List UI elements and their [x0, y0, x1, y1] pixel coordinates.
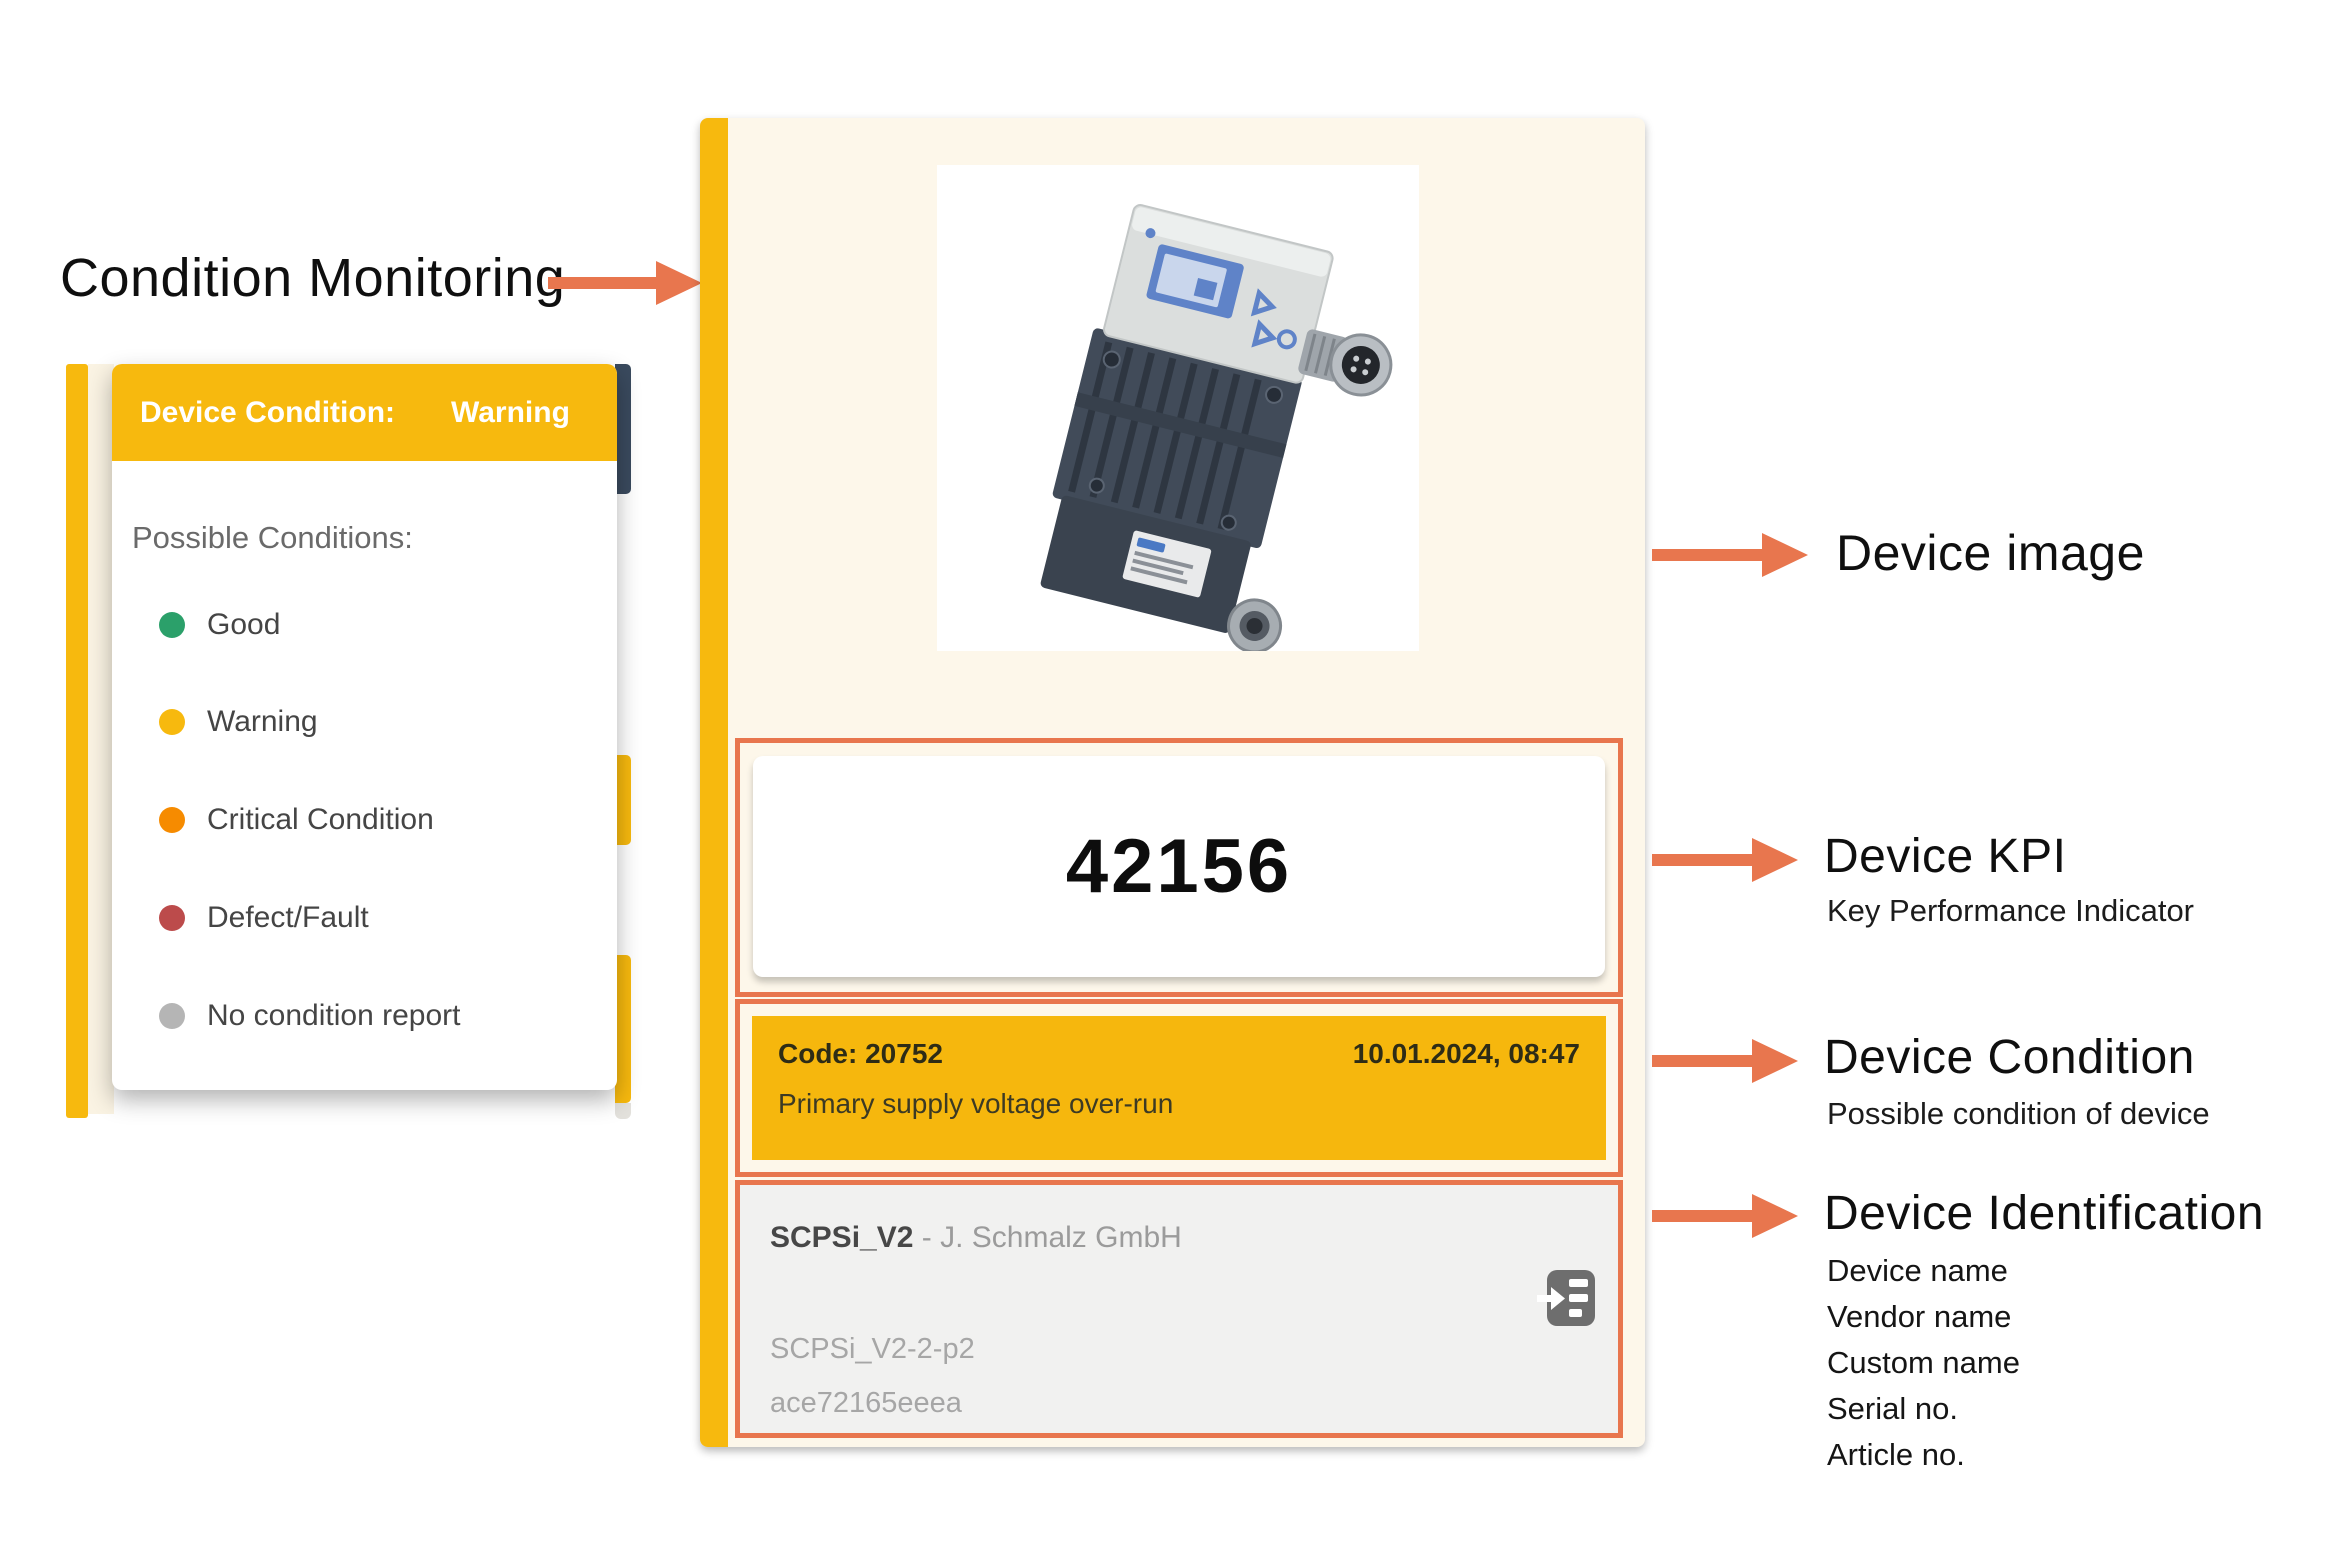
arrow-icon — [1652, 854, 1754, 866]
device-card-accent-bar — [700, 118, 728, 1447]
arrow-head-icon — [1752, 1194, 1798, 1238]
status-dot-warning — [159, 709, 185, 735]
device-photo-illustration — [1040, 204, 1393, 654]
device-condition-annotation-subtitle: Possible condition of device — [1827, 1096, 2210, 1131]
condition-accent-bar — [66, 364, 88, 1118]
vendor-name: - J. Schmalz GmbH — [913, 1221, 1182, 1254]
device-identification-annotation-list: Device name Vendor name Custom name Seri… — [1827, 1248, 2020, 1478]
arrow-icon — [1652, 1210, 1754, 1222]
condition-list-item: Defect/Fault — [112, 898, 617, 938]
condition-list-item: Critical Condition — [112, 800, 617, 840]
status-dot-good — [159, 612, 185, 638]
condition-code: Code: 20752 — [778, 1038, 943, 1069]
condition-list-item: Warning — [112, 702, 617, 742]
device-card[interactable]: 42156 Code: 20752 10.01.2024, 08:47 Prim… — [700, 118, 1645, 1447]
goto-device-icon[interactable] — [1537, 1270, 1595, 1326]
tooltip-header: Device Condition: Warning — [112, 364, 617, 461]
hidden-card-shadow — [615, 1103, 631, 1119]
condition-label: Good — [207, 608, 281, 641]
kpi-highlight-box: 42156 — [735, 738, 1623, 997]
device-condition-tooltip: Device Condition: Warning Possible Condi… — [112, 364, 617, 1090]
device-image — [937, 165, 1419, 654]
status-dot-critical — [159, 807, 185, 833]
annotated-screenshot: Condition Monitoring Device Condition: W… — [0, 0, 2348, 1560]
device-title: SCPSi_V2 - J. Schmalz GmbH — [770, 1221, 1182, 1255]
tooltip-header-label: Device Condition: — [140, 395, 396, 429]
status-dot-none — [159, 1003, 185, 1029]
arrow-icon — [1652, 549, 1764, 561]
condition-label: No condition report — [207, 999, 461, 1032]
arrow-icon — [548, 277, 658, 289]
condition-label: Critical Condition — [207, 803, 434, 836]
device-condition-row[interactable]: Code: 20752 10.01.2024, 08:47 Primary su… — [752, 1016, 1606, 1160]
condition-monitoring-label: Condition Monitoring — [60, 248, 566, 308]
device-identification-annotation: Device Identification — [1824, 1187, 2265, 1240]
arrow-head-icon — [1752, 1039, 1798, 1083]
status-dot-defect — [159, 905, 185, 931]
tooltip-header-value: Warning — [451, 395, 570, 429]
condition-list-item: Good — [112, 605, 617, 645]
condition-label: Warning — [207, 705, 318, 738]
kpi-value: 42156 — [1065, 824, 1293, 909]
hidden-card-edge-yellow — [615, 955, 631, 1103]
annotation-list-item: Custom name — [1827, 1345, 2020, 1380]
arrow-head-icon — [656, 261, 702, 305]
device-kpi-annotation-subtitle: Key Performance Indicator — [1827, 893, 2195, 928]
condition-accent-bar-backing — [88, 364, 114, 1114]
condition-highlight-box: Code: 20752 10.01.2024, 08:47 Primary su… — [735, 999, 1623, 1177]
arrow-head-icon — [1762, 533, 1808, 577]
condition-label: Defect/Fault — [207, 901, 369, 934]
condition-timestamp: 10.01.2024, 08:47 — [1352, 1038, 1580, 1069]
hidden-card-edge-navy — [615, 364, 631, 494]
possible-conditions-title: Possible Conditions: — [132, 520, 413, 555]
annotation-list-item: Article no. — [1827, 1437, 1965, 1472]
device-image-annotation: Device image — [1836, 525, 2145, 581]
device-kpi-annotation: Device KPI — [1824, 830, 2067, 883]
condition-list-item: No condition report — [112, 996, 617, 1036]
arrow-icon — [1652, 1055, 1754, 1067]
arrow-head-icon — [1752, 838, 1798, 882]
device-condition-annotation: Device Condition — [1824, 1031, 2195, 1084]
identification-highlight-box: SCPSi_V2 - J. Schmalz GmbH SCPSi_V2-2-p2… — [735, 1180, 1623, 1438]
article-number: ace72165eeea — [770, 1387, 962, 1419]
device-kpi-card: 42156 — [753, 756, 1605, 977]
annotation-list-item: Serial no. — [1827, 1391, 1958, 1426]
condition-message: Primary supply voltage over-run — [778, 1088, 1174, 1119]
hidden-card-edge-yellow — [615, 755, 631, 845]
annotation-list-item: Vendor name — [1827, 1299, 2012, 1334]
serial-number: SCPSi_V2-2-p2 — [770, 1333, 975, 1365]
annotation-list-item: Device name — [1827, 1253, 2008, 1288]
device-name: SCPSi_V2 — [770, 1221, 914, 1254]
